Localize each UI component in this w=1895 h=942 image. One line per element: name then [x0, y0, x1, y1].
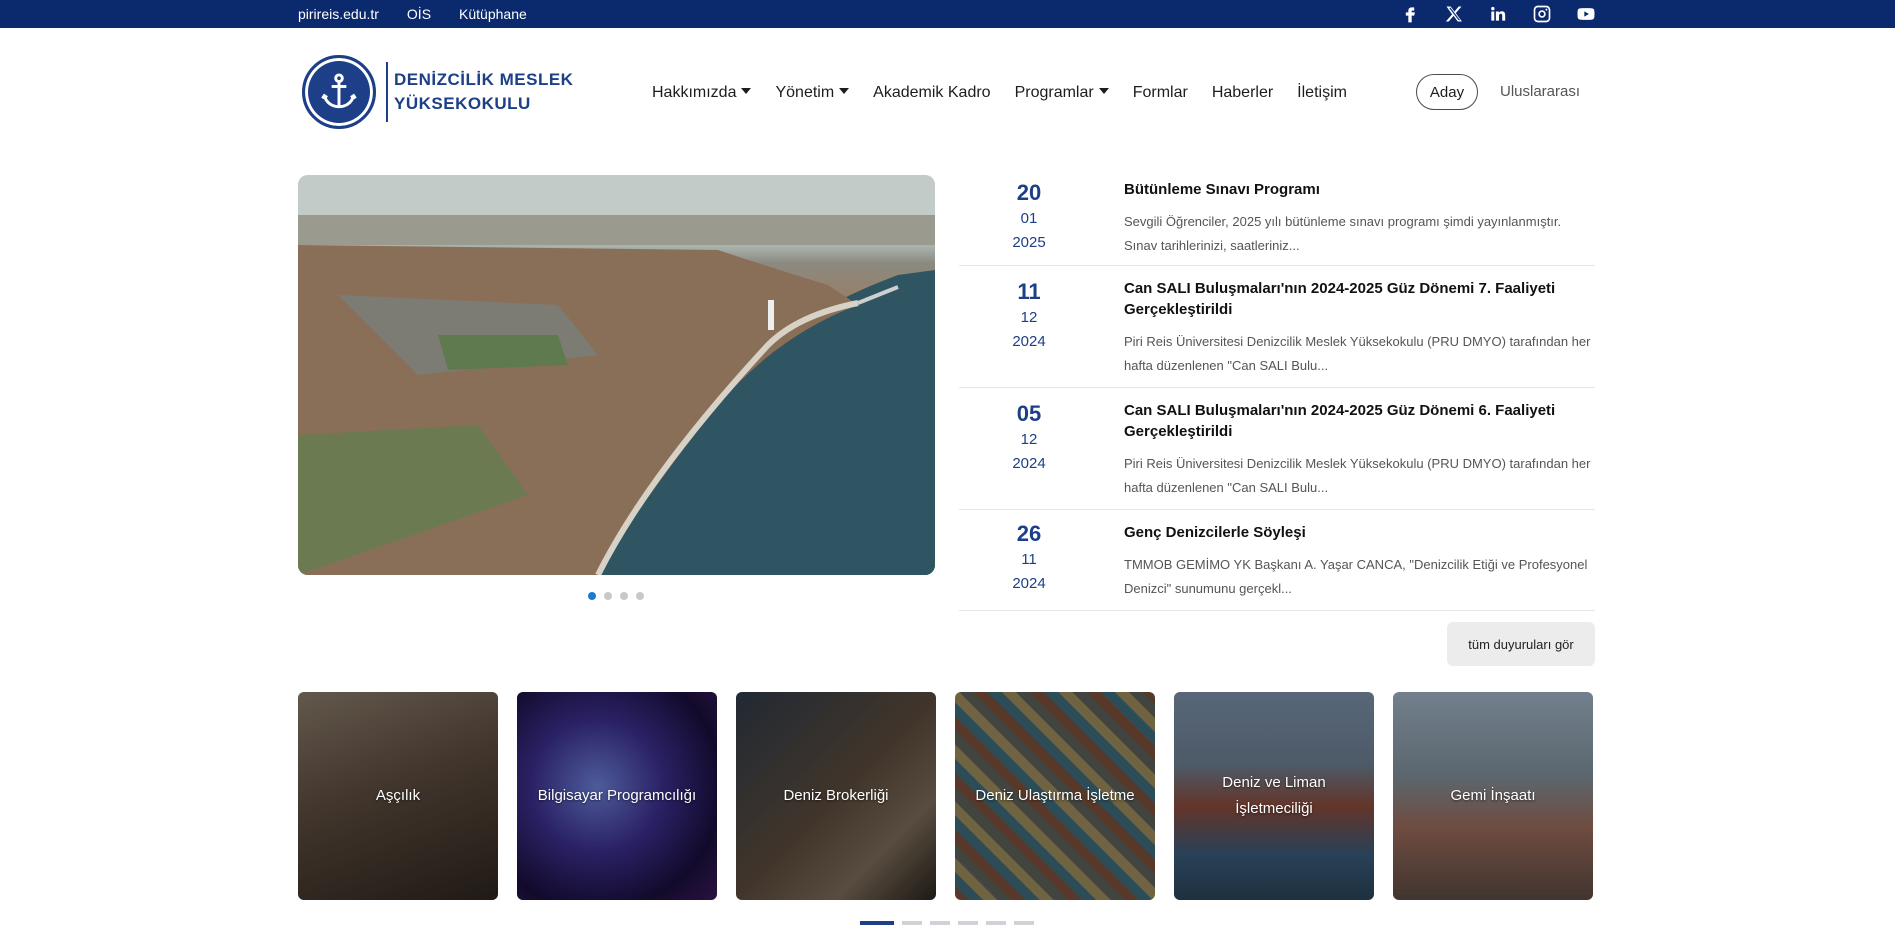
program-label: Bilgisayar Programcılığı — [537, 787, 697, 804]
program-card-bilgisayar[interactable]: Bilgisayar Programcılığı — [517, 692, 717, 900]
nav-label: Programlar — [1014, 84, 1094, 101]
nav-label: Hakkımızda — [652, 84, 737, 101]
news-day: 05 — [1016, 401, 1042, 426]
caret-down-icon — [839, 88, 850, 94]
nav-yonetim[interactable]: Yönetim — [775, 84, 850, 102]
nav-formlar[interactable]: Formlar — [1133, 84, 1188, 102]
slider-dot[interactable] — [604, 592, 612, 600]
program-label: Deniz Ulaştırma İşletme — [975, 787, 1135, 804]
program-label: Deniz ve Liman İşletmeciliği — [1222, 774, 1326, 817]
news-title[interactable]: Can SALI Buluşmaları'nın 2024-2025 Güz D… — [1124, 400, 1595, 442]
youtube-icon[interactable] — [1575, 3, 1597, 25]
programs-carousel: Aşçılık Bilgisayar Programcılığı Deniz B… — [298, 692, 1593, 900]
campus-aerial-photo — [298, 175, 935, 575]
nav-haberler[interactable]: Haberler — [1212, 84, 1273, 102]
nav-label: Haberler — [1211, 84, 1274, 101]
news-item[interactable]: 11 12 2024 Can SALI Buluşmaları'nın 2024… — [959, 266, 1595, 388]
news-date: 20 01 2025 — [959, 179, 1099, 255]
caret-down-icon — [1098, 88, 1109, 94]
program-card-gemi[interactable]: Gemi İnşaatı — [1393, 692, 1593, 900]
nav-label: Akademik Kadro — [873, 84, 991, 101]
top-bar: pirireis.edu.tr OİS Kütüphane — [0, 0, 1895, 28]
slider-dot[interactable] — [636, 592, 644, 600]
news-excerpt: Sevgili Öğrenciler, 2025 yılı bütünleme … — [1124, 214, 1562, 253]
news-excerpt: Piri Reis Üniversitesi Denizcilik Meslek… — [1124, 456, 1591, 495]
news-year: 2024 — [1012, 455, 1046, 472]
site-logo[interactable]: DENİZCİLİK MESLEK YÜKSEKOKULU — [302, 55, 573, 129]
news-date: 05 12 2024 — [959, 400, 1099, 476]
pager-bar[interactable] — [986, 921, 1006, 925]
pager-bar[interactable] — [1014, 921, 1034, 925]
pager-bar[interactable] — [860, 921, 894, 925]
pager-bar[interactable] — [958, 921, 978, 925]
international-link[interactable]: Uluslararası — [1500, 83, 1580, 100]
news-list: 20 01 2025 Bütünleme Sınavı Programı Sev… — [959, 175, 1595, 611]
nav-iletisim[interactable]: İletişim — [1297, 84, 1347, 102]
news-title[interactable]: Genç Denizcilerle Söyleşi — [1124, 522, 1595, 543]
news-month: 11 — [1021, 551, 1037, 568]
program-label: Aşçılık — [375, 787, 421, 804]
top-link-pirireis[interactable]: pirireis.edu.tr — [298, 6, 379, 22]
logo-line-2: YÜKSEKOKULU — [394, 94, 531, 113]
nav-hakkimizda[interactable]: Hakkımızda — [652, 84, 752, 102]
nav-label: Formlar — [1132, 84, 1188, 101]
hero-slider[interactable] — [298, 175, 935, 575]
social-links — [1399, 0, 1597, 28]
news-day: 26 — [1016, 521, 1042, 546]
program-card-ascilik[interactable]: Aşçılık — [298, 692, 498, 900]
logo-text: DENİZCİLİK MESLEK YÜKSEKOKULU — [394, 68, 573, 116]
news-year: 2024 — [1012, 575, 1046, 592]
news-month: 12 — [1020, 309, 1038, 326]
top-link-ois[interactable]: OİS — [407, 6, 431, 22]
instagram-icon[interactable] — [1531, 3, 1553, 25]
logo-line-1: DENİZCİLİK MESLEK — [394, 70, 574, 89]
logo-divider — [386, 62, 388, 122]
news-excerpt: Piri Reis Üniversitesi Denizcilik Meslek… — [1124, 334, 1591, 373]
all-news-button[interactable]: tüm duyuruları gör — [1447, 622, 1595, 666]
news-month: 01 — [1020, 210, 1038, 227]
program-card-liman[interactable]: Deniz ve Liman İşletmeciliği — [1174, 692, 1374, 900]
news-item[interactable]: 20 01 2025 Bütünleme Sınavı Programı Sev… — [959, 175, 1595, 266]
program-label: Gemi İnşaatı — [1450, 787, 1536, 804]
news-day: 20 — [1016, 180, 1042, 205]
news-excerpt: TMMOB GEMİMO YK Başkanı A. Yaşar CANCA, … — [1124, 557, 1588, 596]
program-label: Deniz Brokerliği — [783, 787, 889, 804]
news-title[interactable]: Bütünleme Sınavı Programı — [1124, 179, 1595, 200]
linkedin-icon[interactable] — [1487, 3, 1509, 25]
facebook-icon[interactable] — [1399, 3, 1421, 25]
nav-programlar[interactable]: Programlar — [1015, 84, 1109, 102]
anchor-icon — [302, 55, 376, 129]
slider-dot[interactable] — [588, 592, 596, 600]
aday-button[interactable]: Aday — [1416, 74, 1478, 110]
news-month: 12 — [1020, 431, 1038, 448]
caret-down-icon — [741, 88, 752, 94]
nav-label: İletişim — [1297, 84, 1347, 101]
slider-dots — [588, 592, 644, 600]
news-item[interactable]: 26 11 2024 Genç Denizcilerle Söyleşi TMM… — [959, 510, 1595, 611]
news-year: 2025 — [1012, 234, 1046, 251]
slider-dot[interactable] — [620, 592, 628, 600]
nav-label: Yönetim — [775, 84, 835, 101]
main-nav: Hakkımızda Yönetim Akademik Kadro Progra… — [652, 84, 1347, 102]
news-title[interactable]: Can SALI Buluşmaları'nın 2024-2025 Güz D… — [1124, 278, 1595, 320]
news-date: 26 11 2024 — [959, 520, 1099, 596]
news-date: 11 12 2024 — [959, 278, 1099, 354]
news-day: 11 — [1017, 279, 1041, 304]
program-card-broker[interactable]: Deniz Brokerliği — [736, 692, 936, 900]
programs-pager — [860, 921, 1034, 925]
top-links: pirireis.edu.tr OİS Kütüphane — [298, 0, 527, 28]
news-item[interactable]: 05 12 2024 Can SALI Buluşmaları'nın 2024… — [959, 388, 1595, 510]
news-year: 2024 — [1012, 333, 1046, 350]
program-card-ulastirma[interactable]: Deniz Ulaştırma İşletme — [955, 692, 1155, 900]
nav-akademik-kadro[interactable]: Akademik Kadro — [873, 84, 990, 102]
pager-bar[interactable] — [902, 921, 922, 925]
pager-bar[interactable] — [930, 921, 950, 925]
x-icon[interactable] — [1443, 3, 1465, 25]
top-link-library[interactable]: Kütüphane — [459, 6, 527, 22]
